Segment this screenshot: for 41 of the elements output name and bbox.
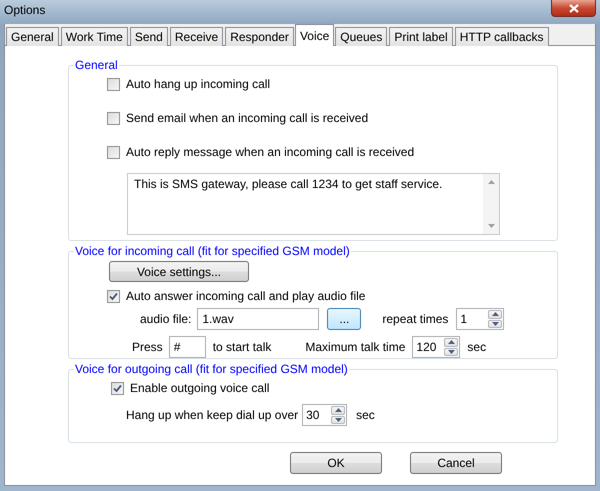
checkbox-label: Auto answer incoming call and play audio file bbox=[126, 289, 366, 303]
tab[interactable]: Receive bbox=[170, 27, 224, 46]
checkbox[interactable] bbox=[107, 146, 120, 158]
field-label: Press bbox=[132, 340, 163, 354]
close-icon bbox=[568, 4, 578, 12]
field-label: repeat times bbox=[382, 312, 448, 326]
tab[interactable]: General bbox=[6, 27, 59, 46]
tab[interactable]: Voice bbox=[294, 24, 334, 46]
field-label: Maximum talk time bbox=[305, 340, 406, 354]
message-field[interactable]: This is SMS gateway, please call 1234 to get staff service. bbox=[127, 173, 500, 235]
checkbox-label: Auto reply message when an incoming call is received bbox=[126, 145, 414, 159]
tab[interactable]: Print label bbox=[389, 27, 453, 46]
dialog-button[interactable]: OK bbox=[290, 452, 382, 474]
checkbox[interactable] bbox=[107, 112, 120, 124]
tab[interactable]: HTTP callbacks bbox=[454, 27, 549, 46]
field-label: audio file: bbox=[140, 312, 192, 326]
voice-settings-button[interactable]: Voice settings... bbox=[109, 261, 249, 282]
field-label: to start talk bbox=[212, 340, 272, 354]
tab[interactable]: Queues bbox=[335, 27, 388, 46]
tab[interactable]: Send bbox=[130, 27, 168, 46]
group-title: Voice for incoming call (fit for specified GSM model) bbox=[74, 244, 351, 258]
checkbox[interactable] bbox=[107, 78, 120, 90]
checkbox[interactable] bbox=[111, 382, 124, 394]
unit-label: sec bbox=[356, 408, 375, 422]
checkbox-label: Send email when an incoming call is received bbox=[126, 111, 368, 125]
group-title: General bbox=[74, 58, 119, 72]
checkbox-label: Enable outgoing voice call bbox=[130, 381, 270, 395]
tab[interactable]: Responder bbox=[225, 27, 294, 46]
checkbox-label: Auto hang up incoming call bbox=[126, 77, 270, 91]
window-title: Options bbox=[4, 2, 46, 17]
message-text: This is SMS gateway, please call 1234 to get staff service. bbox=[133, 176, 444, 193]
unit-label: sec bbox=[467, 340, 486, 354]
key-field[interactable]: # bbox=[168, 336, 206, 358]
audio-file-field[interactable]: 1.wav bbox=[197, 308, 320, 330]
tab[interactable]: Work Time bbox=[60, 27, 128, 46]
checkbox[interactable] bbox=[107, 290, 120, 302]
field-label: Hang up when keep dial up over bbox=[126, 408, 298, 422]
group-title: Voice for outgoing call (fit for specified GSM model) bbox=[74, 362, 349, 376]
dialog-button[interactable]: Cancel bbox=[410, 452, 502, 474]
close-button[interactable] bbox=[551, 0, 596, 17]
browse-button[interactable]: ... bbox=[327, 308, 362, 330]
